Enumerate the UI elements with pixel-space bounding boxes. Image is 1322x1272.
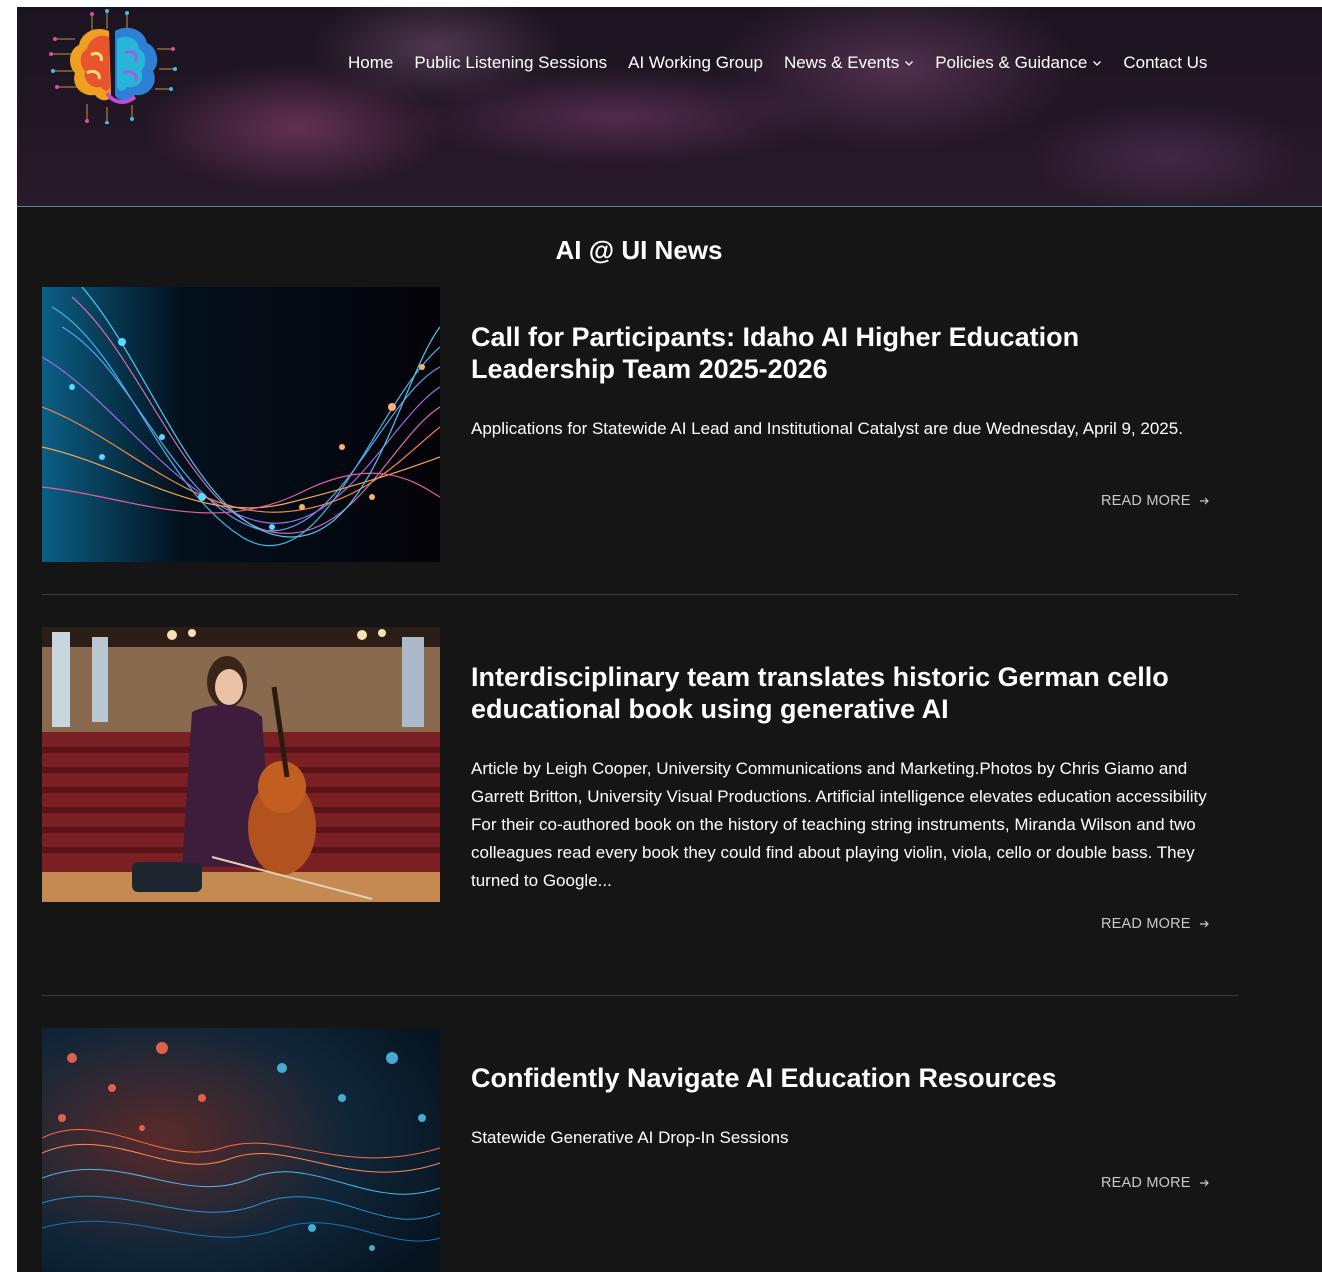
divider	[42, 594, 1238, 595]
article-card: Interdisciplinary team translates histor…	[42, 627, 1238, 977]
brain-logo-icon[interactable]	[47, 9, 177, 124]
read-more-label: READ MORE	[1101, 916, 1191, 932]
read-more-label: READ MORE	[1101, 493, 1191, 509]
arrow-right-icon	[1199, 920, 1209, 928]
nav-item-policies-guidance[interactable]: Policies & Guidance	[935, 53, 1102, 73]
read-more-label: READ MORE	[1101, 1175, 1191, 1191]
arrow-right-icon	[1199, 1179, 1209, 1187]
nav-item-label: Home	[348, 53, 394, 72]
article-card: Call for Participants: Idaho AI Higher E…	[42, 287, 1238, 567]
page: Home Public Listening Sessions AI Workin…	[17, 7, 1322, 1272]
site-header: Home Public Listening Sessions AI Workin…	[17, 7, 1322, 207]
nav-item-home[interactable]: Home	[348, 53, 393, 73]
main-nav: Home Public Listening Sessions AI Workin…	[348, 53, 1207, 73]
cellist-in-auditorium-photo[interactable]	[42, 627, 440, 902]
article-excerpt: Statewide Generative AI Drop-In Sessions	[471, 1128, 789, 1147]
nav-item-contact-us[interactable]: Contact Us	[1123, 53, 1207, 73]
abstract-light-waves-image[interactable]	[42, 287, 440, 562]
article-card: Confidently Navigate AI Education Resour…	[42, 1028, 1238, 1272]
article-title[interactable]: Interdisciplinary team translates histor…	[471, 661, 1211, 725]
article-excerpt: Article by Leigh Cooper, University Comm…	[471, 759, 1207, 890]
article-excerpt: Applications for Statewide AI Lead and I…	[471, 419, 1183, 438]
nav-item-ai-working-group[interactable]: AI Working Group	[628, 53, 763, 73]
arrow-right-icon	[1199, 497, 1209, 505]
nav-item-public-listening-sessions[interactable]: Public Listening Sessions	[414, 53, 607, 73]
read-more-link[interactable]: READ MORE	[1101, 493, 1210, 509]
read-more-link[interactable]: READ MORE	[1101, 916, 1210, 932]
nav-item-label: Contact Us	[1123, 53, 1208, 72]
nav-item-label: AI Working Group	[628, 53, 763, 72]
chevron-down-icon	[905, 61, 914, 66]
nav-item-news-events[interactable]: News & Events	[784, 53, 914, 73]
article-title[interactable]: Call for Participants: Idaho AI Higher E…	[471, 321, 1211, 385]
article-title[interactable]: Confidently Navigate AI Education Resour…	[471, 1062, 1211, 1094]
chevron-down-icon	[1093, 61, 1102, 66]
nav-item-label: Public Listening Sessions	[414, 53, 608, 72]
read-more-link[interactable]: READ MORE	[1101, 1175, 1210, 1191]
divider	[42, 995, 1238, 996]
particle-wave-image[interactable]	[42, 1028, 440, 1272]
nav-item-label: News & Events	[783, 53, 900, 72]
section-title: AI @ UI News	[555, 235, 723, 265]
nav-item-label: Policies & Guidance	[935, 53, 1088, 72]
